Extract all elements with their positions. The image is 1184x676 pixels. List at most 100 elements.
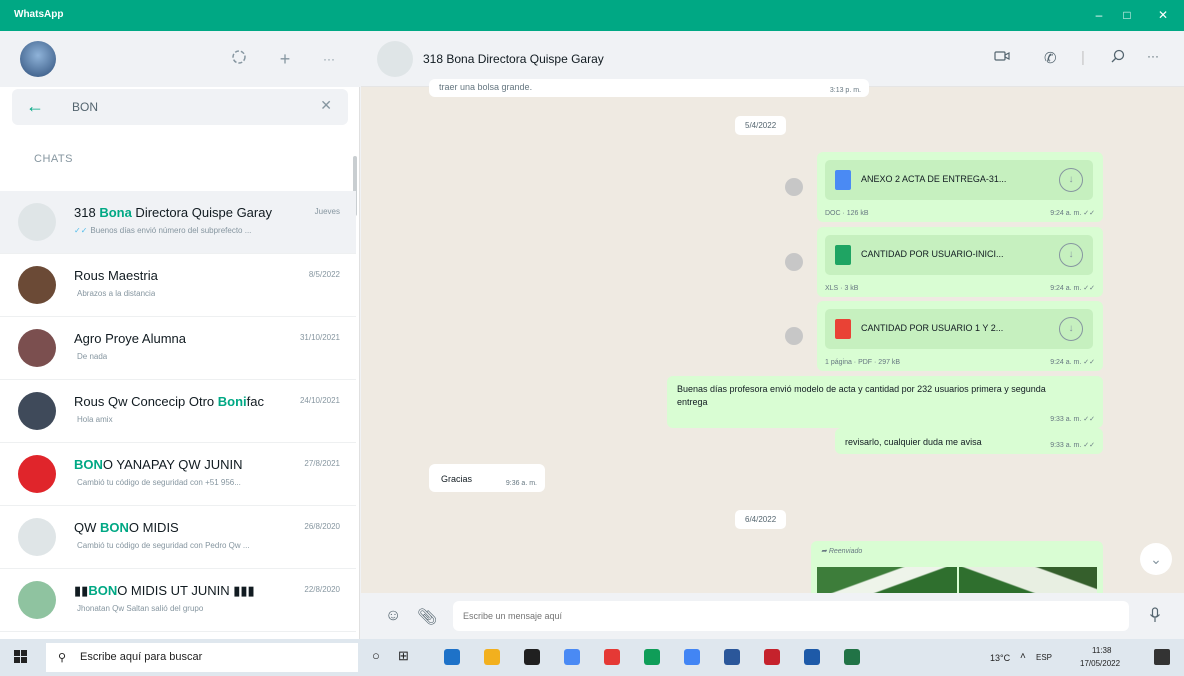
download-icon[interactable]: ↓ — [1059, 168, 1083, 192]
whatsapp-window: WhatsApp – □ ✕ + ··· ← ✕ CHATS 318 Bona … — [0, 0, 1184, 676]
composer: ☺ 📎︎ — [361, 593, 1184, 639]
forward-icon[interactable] — [785, 253, 803, 271]
image-thumbnail[interactable] — [817, 567, 957, 593]
message-bubble[interactable]: traer una bolsa grande. 3:13 p. m. — [429, 79, 869, 97]
document-meta: 1 página · PDF · 297 kB — [825, 359, 901, 366]
chat-preview: De nada — [74, 352, 107, 361]
window-title: WhatsApp — [14, 9, 64, 20]
document-card[interactable]: ANEXO 2 ACTA DE ENTREGA-31... ↓ — [825, 160, 1093, 200]
document-card[interactable]: CANTIDAD POR USUARIO-INICI... ↓ — [825, 235, 1093, 275]
message-text: revisarlo, cualquier duda me avisa — [845, 437, 982, 447]
contact-avatar[interactable] — [377, 41, 413, 77]
forward-icon[interactable] — [785, 178, 803, 196]
chat-name: BONO YANAPAY QW JUNIN — [74, 457, 243, 472]
search-input[interactable] — [72, 98, 312, 116]
chevron-up-icon[interactable]: ˄ — [1020, 651, 1026, 662]
chat-name: 318 Bona Directora Quispe Garay — [74, 205, 272, 220]
task-view-icon[interactable]: ⊞ — [398, 648, 409, 664]
chat-row[interactable]: Rous Maestria 8/5/2022 Abrazos a la distan… — [0, 254, 356, 317]
menu-icon[interactable]: ··· — [318, 48, 340, 70]
chat-name: Rous Qw Concecip Otro Bonifac — [74, 394, 264, 409]
chat-name-match: BON — [100, 520, 129, 535]
contact-name[interactable]: 318 Bona Directora Quispe Garay — [423, 52, 604, 66]
clock-date[interactable]: 17/05/2022 — [1080, 659, 1120, 668]
scroll-down-button[interactable]: ⌄ — [1140, 543, 1172, 575]
chat-name-part: Agro Proye Alumna — [74, 331, 187, 346]
my-avatar[interactable] — [20, 41, 56, 77]
windows-start-icon[interactable] — [14, 650, 28, 669]
taskbar-app-icon[interactable] — [564, 649, 580, 665]
close-window-button[interactable]: ✕ — [1152, 6, 1174, 24]
date-chip: 6/4/2022 — [735, 510, 787, 529]
chat-preview: Abrazos a la distancia — [74, 289, 155, 298]
emoji-icon[interactable]: ☺ — [385, 607, 401, 625]
chat-preview-text: Abrazos a la distancia — [77, 289, 156, 298]
message-text: Buenas días profesora envió modelo de ac… — [677, 384, 1046, 407]
document-message[interactable]: CANTIDAD POR USUARIO-INICI... ↓ XLS · 3 kB… — [817, 227, 1103, 297]
weather-text[interactable]: 13°C — [990, 653, 1010, 663]
left-header: + ··· — [0, 31, 360, 87]
document-message[interactable]: ANEXO 2 ACTA DE ENTREGA-31... ↓ DOC · 126 … — [817, 152, 1103, 222]
message-text: traer una bolsa grande. — [439, 82, 533, 92]
status-icon[interactable] — [228, 48, 250, 70]
menu-icon[interactable]: ··· — [1147, 49, 1159, 63]
chat-row[interactable]: 318 Bona Directora Quispe Garay Jueves ✓✓ B… — [0, 191, 356, 254]
chat-name-part: O MIDIS — [128, 520, 179, 535]
document-message[interactable]: CANTIDAD POR USUARIO 1 Y 2... ↓ 1 página ·… — [817, 301, 1103, 371]
message-bubble[interactable]: Gracias 9:36 a. m. — [429, 464, 545, 492]
language-indicator[interactable]: ESP — [1036, 653, 1052, 662]
notifications-icon[interactable] — [1154, 649, 1170, 665]
message-input[interactable] — [453, 601, 1129, 631]
download-icon[interactable]: ↓ — [1059, 243, 1083, 267]
new-chat-icon[interactable]: + — [274, 48, 296, 70]
message-bubble[interactable]: Buenas días profesora envió modelo de ac… — [667, 376, 1103, 428]
chat-row[interactable]: Agro Proye Alumna 31/10/2021 De nada — [0, 317, 356, 380]
chat-row[interactable]: ▮▮BONO MIDIS UT JUNIN ▮▮▮ 22/8/2020 Jhonat… — [0, 569, 356, 632]
clock-time[interactable]: 11:38 — [1092, 646, 1111, 655]
chat-name-part: Rous Qw Concecip Otro — [74, 394, 218, 409]
message-text: Gracias — [441, 474, 473, 484]
download-icon[interactable]: ↓ — [1059, 317, 1083, 341]
taskbar-app-icon[interactable] — [644, 649, 660, 665]
taskbar-app-icon[interactable] — [804, 649, 820, 665]
forwarded-image-message[interactable]: ➦ Reenviado — [811, 541, 1103, 593]
taskbar-app-icon[interactable] — [444, 649, 460, 665]
chat-preview: ✓✓ Buenos días envió número del subprefec… — [74, 226, 251, 235]
image-thumbnail[interactable] — [959, 567, 1097, 593]
maximize-button[interactable]: □ — [1116, 6, 1138, 24]
message-time: 3:13 p. m. — [829, 87, 861, 94]
date-chip: 5/4/2022 — [735, 116, 787, 135]
chat-date: 31/10/2021 — [299, 333, 340, 342]
chat-avatar — [18, 392, 56, 430]
taskbar-app-icon[interactable] — [484, 649, 500, 665]
taskbar-app-icon[interactable] — [684, 649, 700, 665]
video-call-icon[interactable] — [994, 49, 1010, 66]
chat-row[interactable]: BONO YANAPAY QW JUNIN 27/8/2021 Cambió tu … — [0, 443, 356, 506]
message-bubble[interactable]: revisarlo, cualquier duda me avisa 9:33 … — [835, 428, 1103, 454]
taskbar-app-icon[interactable] — [604, 649, 620, 665]
voice-call-icon[interactable]: ✆ — [1044, 49, 1057, 67]
mic-icon[interactable] — [1149, 607, 1161, 628]
taskbar-search[interactable]: ⚲ Escribe aquí para buscar — [46, 643, 358, 672]
attach-icon[interactable]: 📎︎ — [417, 607, 437, 627]
arrow-left-icon[interactable]: ← — [26, 97, 44, 115]
chat-date: 27/8/2021 — [304, 459, 340, 468]
taskbar-app-icon[interactable] — [724, 649, 740, 665]
chat-name-match: BON — [74, 457, 103, 472]
forward-icon[interactable] — [785, 327, 803, 345]
chat-name-match: Boni — [217, 394, 247, 409]
search-icon[interactable] — [1111, 49, 1125, 67]
chat-row[interactable]: Rous Qw Concecip Otro Bonifac 24/10/2021 H… — [0, 380, 356, 443]
taskbar-app-icon[interactable] — [524, 649, 540, 665]
taskbar-app-icon[interactable] — [764, 649, 780, 665]
search-icon: ⚲ — [58, 652, 67, 664]
minimize-button[interactable]: – — [1088, 6, 1110, 24]
chat-row[interactable]: QW BONO MIDIS 26/8/2020 Cambió tu código d… — [0, 506, 356, 569]
document-card[interactable]: CANTIDAD POR USUARIO 1 Y 2... ↓ — [825, 309, 1093, 349]
title-bar: WhatsApp – □ ✕ — [0, 0, 1184, 31]
cortana-icon[interactable]: ○ — [372, 648, 380, 663]
close-icon[interactable]: ✕ — [320, 97, 332, 114]
conversation-pane: 318 Bona Directora Quispe Garay ✆ | ··· … — [361, 31, 1184, 639]
taskbar-app-icon[interactable] — [844, 649, 860, 665]
header-divider: | — [1081, 49, 1085, 66]
